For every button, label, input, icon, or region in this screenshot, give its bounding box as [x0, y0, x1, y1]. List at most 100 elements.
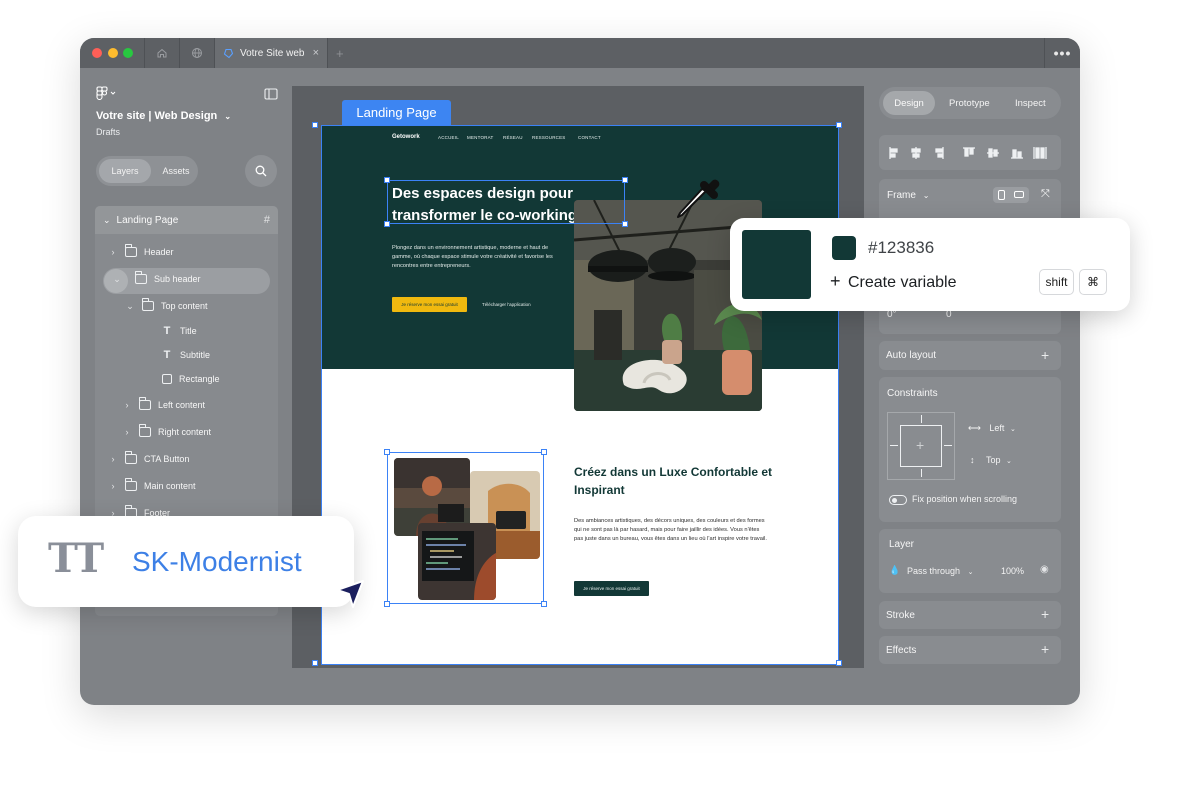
horizontal-constraint-dropdown[interactable]: ⟷ Left ⌄ — [968, 423, 1016, 434]
nav-link-mentorat[interactable]: MENTORAT — [467, 135, 493, 140]
hero-subtitle[interactable]: Plongez dans un environnement artistique… — [392, 244, 562, 271]
nav-link-reseau[interactable]: RÉSEAU — [503, 135, 523, 140]
layer-label: Sub header — [154, 274, 201, 284]
layer-item-sub-header[interactable]: ⌄ Sub header — [112, 269, 201, 289]
layer-item-right-content[interactable]: › Right content — [122, 422, 211, 442]
layer-item-top-content[interactable]: ⌄ Top content — [125, 296, 208, 316]
chevron-right-icon[interactable]: › — [122, 427, 132, 437]
collage-handle-tr[interactable] — [541, 449, 547, 455]
close-window-button[interactable] — [92, 48, 102, 58]
globe-icon — [191, 48, 202, 58]
section2-body[interactable]: Des ambiances artistiques, des décors un… — [574, 517, 768, 544]
section2-cta-button[interactable]: Je réserve mon essai gratuit — [574, 581, 649, 596]
collage-handle-bl[interactable] — [384, 601, 390, 607]
folder-icon — [125, 478, 137, 491]
blend-mode-select[interactable]: Pass through ⌄ — [907, 566, 973, 576]
close-tab-icon[interactable]: × — [313, 47, 319, 59]
minimize-window-button[interactable] — [108, 48, 118, 58]
tab-assets[interactable]: Assets — [156, 159, 196, 183]
frame-dropdown[interactable]: Frame ⌄ — [887, 190, 929, 201]
resize-handle-tr[interactable] — [836, 122, 842, 128]
add-effect-icon[interactable]: + — [1041, 642, 1049, 656]
chevron-right-icon[interactable]: › — [122, 400, 132, 410]
tab-prototype[interactable]: Prototype — [949, 91, 990, 115]
add-stroke-icon[interactable]: + — [1041, 607, 1049, 621]
resize-handle-tl[interactable] — [312, 122, 318, 128]
create-variable-button[interactable]: + Create variable — [830, 271, 956, 292]
chevron-right-icon[interactable]: › — [108, 454, 118, 464]
layer-item-title[interactable]: T Title — [161, 321, 197, 341]
nav-link-ressources[interactable]: RESSOURCES — [532, 135, 566, 140]
landscape-icon[interactable] — [1014, 191, 1024, 198]
portrait-icon[interactable] — [998, 190, 1005, 200]
constraint-right-bar[interactable] — [944, 445, 952, 446]
layer-label: Right content — [158, 427, 212, 437]
constraint-center-plus[interactable]: + — [916, 437, 924, 453]
horizontal-arrows-icon: ⟷ — [968, 423, 981, 433]
new-tab-button[interactable]: + — [336, 46, 344, 61]
stroke-section[interactable]: Stroke + — [879, 601, 1061, 629]
more-options-button[interactable]: ••• — [1044, 38, 1080, 68]
maximize-window-button[interactable] — [123, 48, 133, 58]
fix-position-toggle[interactable] — [889, 495, 907, 505]
layers-assets-switch: Layers Assets — [96, 156, 198, 186]
section2-title[interactable]: Créez dans un Luxe Confortable et Inspir… — [574, 463, 774, 499]
eye-icon[interactable]: ◉ — [1040, 564, 1049, 575]
toggle-sidebar-button[interactable] — [264, 87, 278, 105]
layer-item-main-content[interactable]: › Main content — [108, 476, 196, 496]
color-chip[interactable] — [832, 236, 856, 260]
resize-handle-bl[interactable] — [312, 660, 318, 666]
cursor-arrow-icon — [336, 580, 364, 608]
add-auto-layout-icon[interactable]: + — [1041, 348, 1049, 362]
title-handle-bl[interactable] — [384, 221, 390, 227]
nav-link-contact[interactable]: CONTACT — [578, 135, 601, 140]
home-tab[interactable] — [144, 38, 178, 68]
constraints-widget[interactable]: + — [887, 412, 955, 480]
constraint-left-bar[interactable] — [890, 445, 898, 446]
chevron-down-icon[interactable]: ⌄ — [125, 301, 135, 312]
title-handle-tl[interactable] — [384, 177, 390, 183]
title-bar: Votre Site web × + ••• — [80, 38, 1080, 68]
tab-votre-site-web[interactable]: Votre Site web × — [214, 38, 328, 68]
nav-link-accueil[interactable]: ACCUEIL — [438, 135, 459, 140]
folder-icon — [139, 424, 151, 437]
title-handle-br[interactable] — [622, 221, 628, 227]
chevron-down-icon[interactable]: ⌄ — [112, 274, 122, 285]
opacity-value[interactable]: 100% — [1001, 566, 1024, 576]
title-handle-tr[interactable] — [622, 177, 628, 183]
community-tab[interactable] — [179, 38, 213, 68]
hex-value[interactable]: #123836 — [868, 238, 934, 258]
tab-inspect[interactable]: Inspect — [1015, 91, 1046, 115]
layer-item-cta-button[interactable]: › CTA Button — [108, 449, 189, 469]
vertical-constraint-dropdown[interactable]: ↕ Top ⌄ — [970, 455, 1012, 465]
file-title[interactable]: Votre site | Web Design ⌄ — [96, 110, 231, 122]
constraint-bottom-bar[interactable] — [921, 469, 922, 477]
horizontal-constraint-value: Left — [989, 423, 1005, 433]
layers-root-page[interactable]: ⌄ Landing Page # — [95, 206, 278, 234]
auto-layout-section[interactable]: Auto layout + — [879, 341, 1061, 370]
frame-name-tag[interactable]: Landing Page — [342, 100, 451, 125]
layer-item-subtitle[interactable]: T Subtitle — [161, 345, 210, 365]
layer-item-left-content[interactable]: › Left content — [122, 395, 205, 415]
chevron-right-icon[interactable]: › — [108, 481, 118, 491]
frame-label: Frame — [887, 190, 916, 201]
font-name[interactable]: SK-Modernist — [132, 546, 302, 578]
collage-handle-tl[interactable] — [384, 449, 390, 455]
tab-design[interactable]: Design — [883, 91, 935, 115]
effects-section[interactable]: Effects + — [879, 636, 1061, 664]
hero-cta-button[interactable]: Je réserve mon essai gratuit — [392, 297, 467, 312]
search-button[interactable] — [245, 155, 277, 187]
hero-app-link[interactable]: Télécharger l'application — [482, 302, 531, 307]
layer-item-rectangle[interactable]: Rectangle — [162, 369, 220, 389]
layer-item-header[interactable]: › Header — [108, 242, 174, 262]
blend-mode-dropdown[interactable]: 💧 — [889, 565, 900, 576]
tab-layers[interactable]: Layers — [99, 159, 151, 183]
orientation-toggle[interactable] — [993, 187, 1029, 203]
resize-handle-br[interactable] — [836, 660, 842, 666]
chevron-right-icon[interactable]: › — [108, 247, 118, 257]
effects-label: Effects — [886, 645, 917, 656]
resize-to-fit-icon[interactable]: ⤧ — [1041, 188, 1050, 201]
collage-handle-br[interactable] — [541, 601, 547, 607]
main-menu-button[interactable] — [96, 86, 118, 105]
constraint-top-bar[interactable] — [921, 415, 922, 423]
